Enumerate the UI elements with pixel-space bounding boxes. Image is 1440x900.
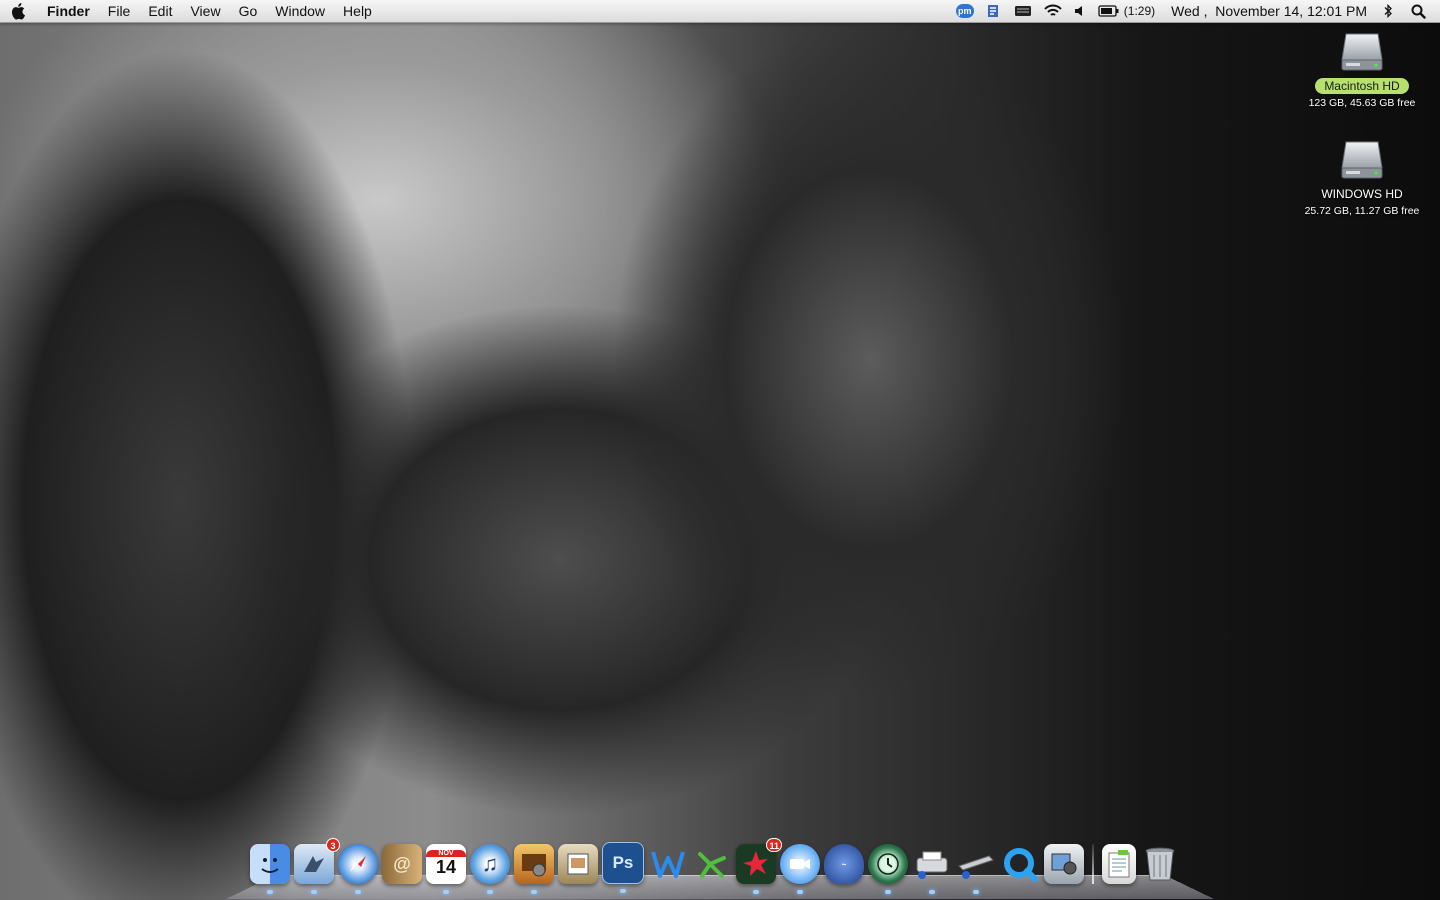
running-indicator xyxy=(797,890,803,894)
hard-drive-icon xyxy=(1341,30,1383,74)
mail-icon[interactable]: 3 xyxy=(294,838,340,894)
running-indicator xyxy=(885,890,891,894)
ichat-icon[interactable] xyxy=(780,844,820,894)
preview-icon[interactable] xyxy=(558,844,598,884)
documents-stack-icon[interactable] xyxy=(1102,844,1136,884)
keyboard-menu-icon[interactable] xyxy=(1008,0,1038,22)
trash-icon[interactable] xyxy=(1140,844,1180,884)
wifi-icon[interactable] xyxy=(1038,0,1068,22)
running-indicator xyxy=(267,890,273,894)
macintosh-hd-drive[interactable]: Macintosh HD 123 GB, 45.63 GB free xyxy=(1292,30,1432,109)
pm-icon: pm xyxy=(955,4,974,18)
flash-icon[interactable]: 11 xyxy=(736,838,782,894)
itunes-icon[interactable]: ♫ xyxy=(470,844,510,894)
calendar-month: NOV xyxy=(426,850,466,857)
windows-hd-drive[interactable]: WINDOWS HD 25.72 GB, 11.27 GB free xyxy=(1292,138,1432,217)
clock[interactable]: Wed , November 14, 12:01 PM xyxy=(1161,0,1377,22)
running-indicator xyxy=(973,890,979,894)
battery-status[interactable]: (1:29) xyxy=(1092,0,1161,22)
menu-file[interactable]: File xyxy=(99,0,140,22)
time-machine-icon[interactable] xyxy=(868,844,908,894)
safari-icon[interactable] xyxy=(338,844,378,894)
menu-edit[interactable]: Edit xyxy=(139,0,181,22)
brain-icon[interactable]: ~ xyxy=(824,844,864,884)
apple-icon[interactable] xyxy=(0,2,38,20)
running-indicator xyxy=(311,890,317,894)
printer-icon[interactable] xyxy=(912,844,952,894)
photoshop-icon[interactable]: Ps xyxy=(602,842,644,893)
dock: 3 @ NOV 14 ♫ Ps 11 ~ xyxy=(248,838,1182,894)
battery-time: (1:29) xyxy=(1123,4,1156,18)
scanner-icon[interactable] xyxy=(956,844,996,894)
ical-icon[interactable]: NOV 14 xyxy=(426,844,466,894)
dock-separator xyxy=(1092,844,1094,884)
pm-status-item[interactable]: pm xyxy=(950,0,980,22)
battery-icon xyxy=(1098,5,1119,17)
running-indicator xyxy=(487,890,493,894)
calendar-day: 14 xyxy=(435,857,457,877)
menu-go[interactable]: Go xyxy=(230,0,267,22)
network-icon[interactable] xyxy=(692,844,732,884)
menu-finder[interactable]: Finder xyxy=(38,0,99,22)
running-indicator xyxy=(620,889,626,893)
mail-unread-badge: 3 xyxy=(326,838,340,852)
address-book-icon[interactable]: @ xyxy=(382,844,422,884)
bluetooth-icon[interactable] xyxy=(1377,0,1399,22)
iphoto-icon[interactable] xyxy=(514,844,554,894)
drive-name: WINDOWS HD xyxy=(1321,187,1403,201)
drive-info: 123 GB, 45.63 GB free xyxy=(1308,97,1416,109)
photoshop-label: Ps xyxy=(612,853,634,872)
drive-info: 25.72 GB, 11.27 GB free xyxy=(1304,205,1420,217)
running-indicator xyxy=(531,890,537,894)
app-notification-badge: 11 xyxy=(766,838,782,852)
script-menu-icon[interactable] xyxy=(980,0,1008,22)
menu-bar-left: Finder File Edit View Go Window Help xyxy=(0,0,381,22)
running-indicator xyxy=(929,890,935,894)
menu-bar-status: pm (1:29) Wed , November 14, 12:01 PM xyxy=(950,0,1440,22)
menu-bar: Finder File Edit View Go Window Help pm xyxy=(0,0,1440,23)
quicktime-icon[interactable] xyxy=(1000,844,1040,884)
word-icon[interactable] xyxy=(648,844,688,884)
spotlight-icon[interactable] xyxy=(1399,0,1432,22)
image-capture-icon[interactable] xyxy=(1044,844,1084,884)
menu-help[interactable]: Help xyxy=(334,0,381,22)
menu-window[interactable]: Window xyxy=(266,0,334,22)
hard-drive-icon xyxy=(1341,138,1383,182)
running-indicator xyxy=(753,890,759,894)
running-indicator xyxy=(355,890,361,894)
finder-icon[interactable] xyxy=(250,844,290,894)
drive-name: Macintosh HD xyxy=(1315,78,1409,94)
running-indicator xyxy=(443,890,449,894)
volume-icon[interactable] xyxy=(1068,0,1092,22)
menu-view[interactable]: View xyxy=(181,0,229,22)
